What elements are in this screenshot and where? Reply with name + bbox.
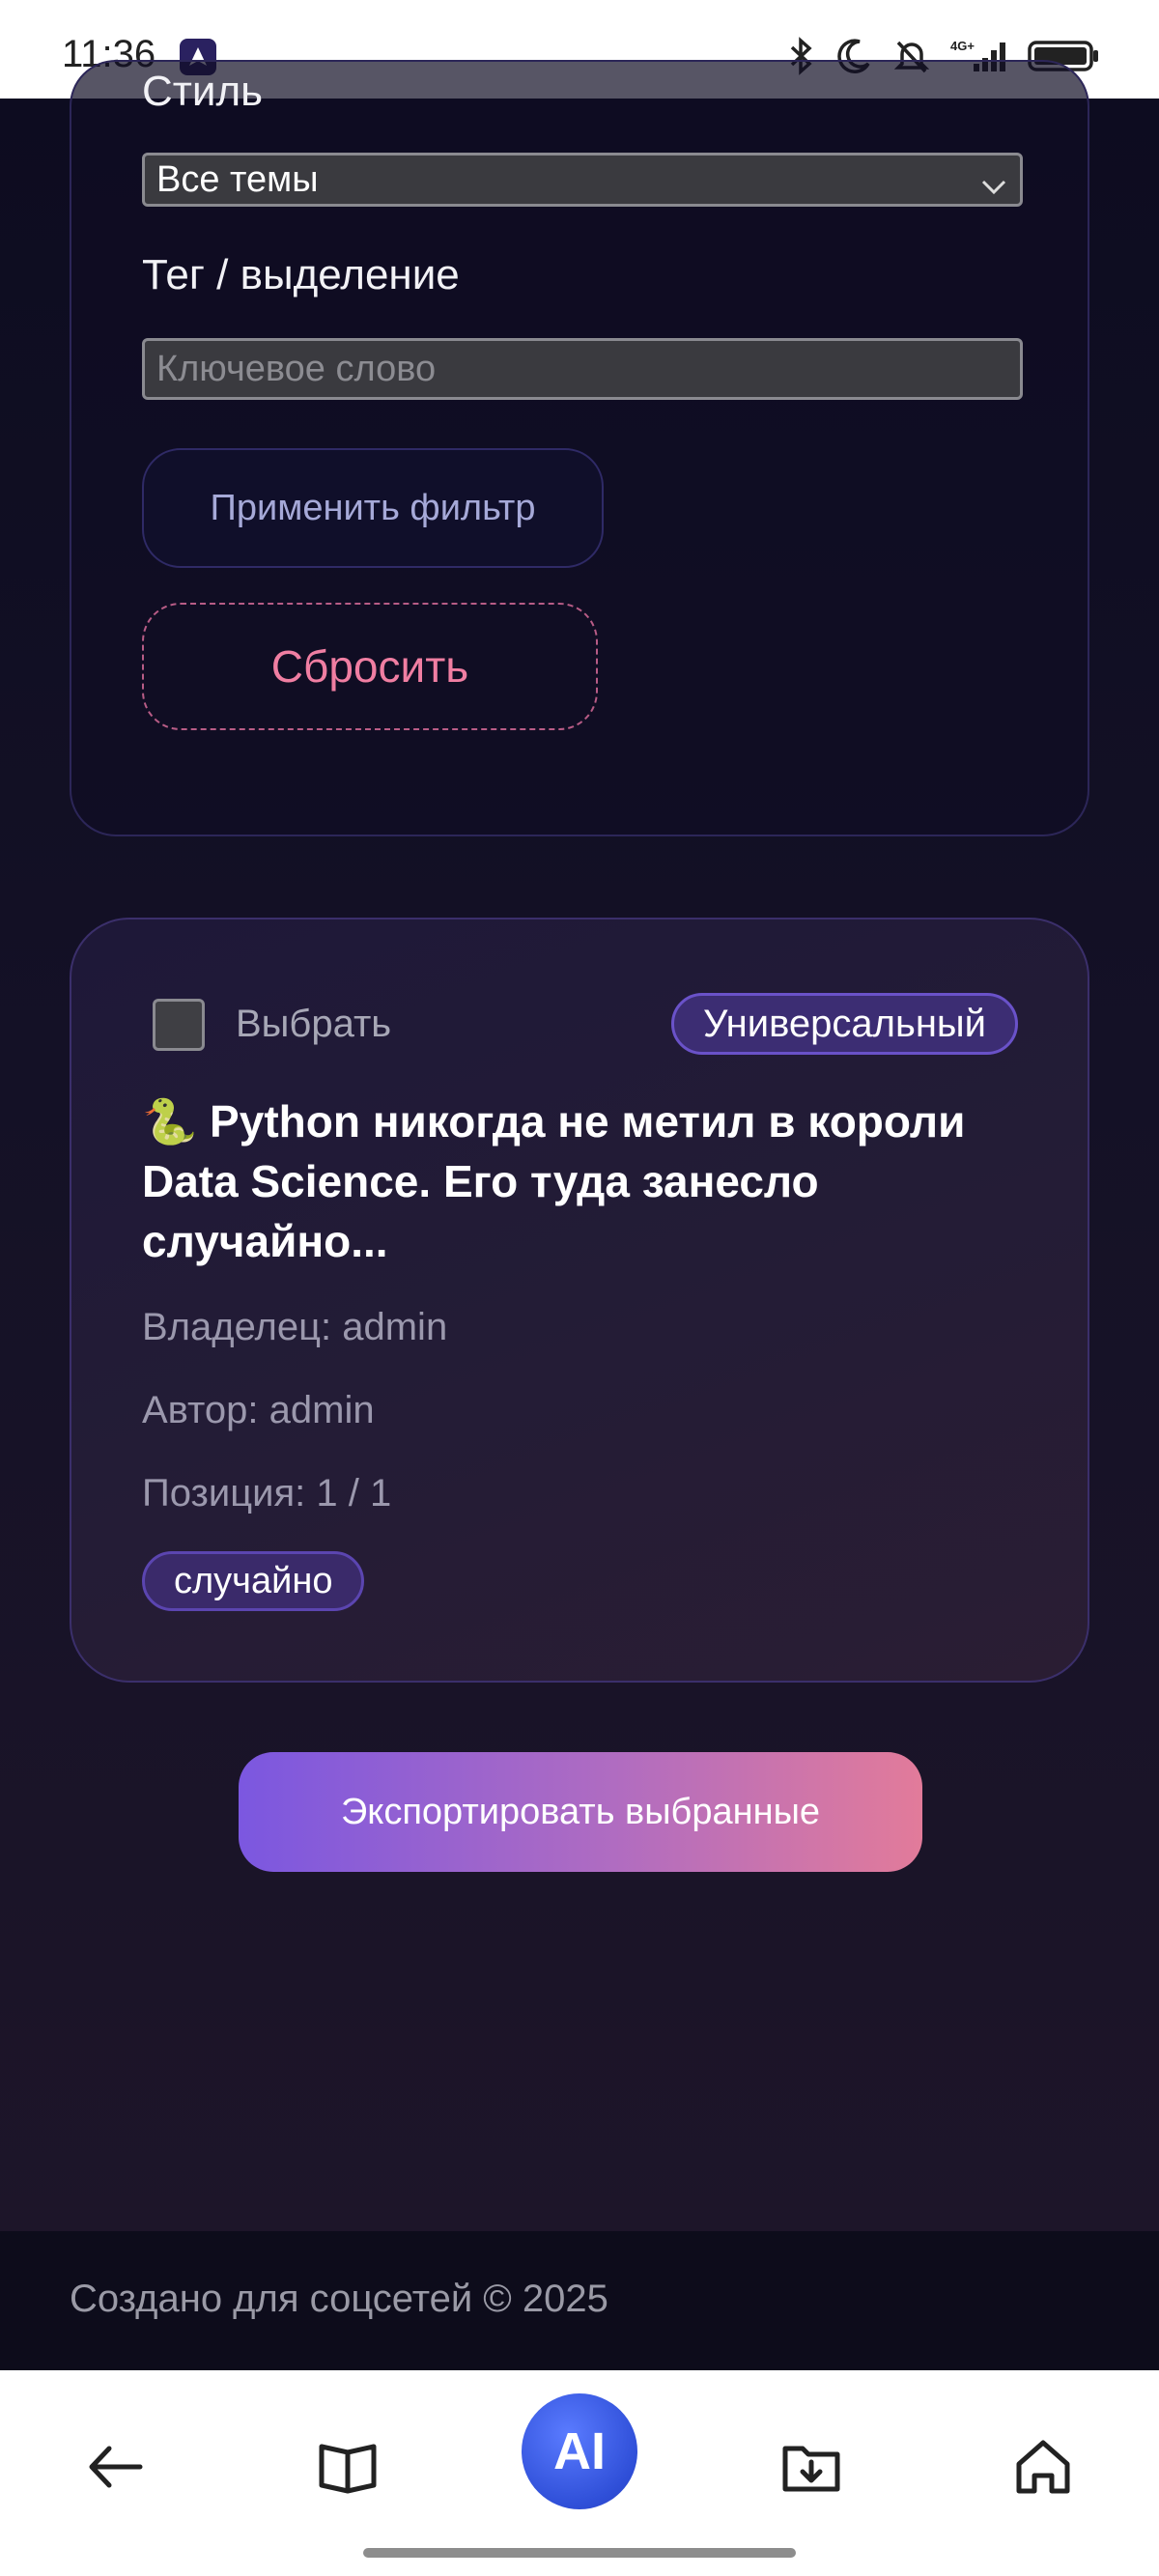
svg-text:4G+: 4G+ [950, 39, 975, 53]
post-title: 🐍 Python никогда не метил в короли Data … [142, 1096, 966, 1266]
home-button[interactable] [995, 2420, 1091, 2517]
post-tag[interactable]: случайно [142, 1551, 365, 1611]
home-icon [1011, 2435, 1075, 2504]
ai-assistant-button[interactable]: AI [522, 2393, 637, 2509]
browser-navbar: AI [0, 2370, 1159, 2576]
chevron-down-icon [979, 165, 1008, 213]
style-select-value: Все темы [156, 159, 319, 200]
filter-card: Стиль Все темы Тег / выделение Ключевое … [70, 60, 1089, 836]
ai-label: AI [553, 2422, 606, 2480]
post-card: Выбрать Универсальный 🐍 Python никогда н… [70, 918, 1089, 1683]
download-folder-icon [779, 2435, 843, 2504]
book-icon [316, 2435, 380, 2504]
tag-label: Тег / выделение [142, 251, 460, 298]
home-indicator[interactable] [363, 2548, 796, 2558]
style-label: Стиль [142, 68, 264, 115]
export-selected-button[interactable]: Экспортировать выбранные [239, 1752, 922, 1872]
reset-button[interactable]: Сбросить [142, 603, 598, 730]
downloads-button[interactable] [763, 2420, 860, 2517]
post-position: Позиция: 1 / 1 [142, 1472, 392, 1514]
main-content: Стиль Все темы Тег / выделение Ключевое … [0, 60, 1159, 2231]
footer-text: Создано для соцсетей © 2025 [70, 2278, 608, 2320]
type-badge: Универсальный [671, 993, 1018, 1055]
style-select[interactable]: Все темы [142, 153, 1023, 207]
tag-input-placeholder: Ключевое слово [156, 349, 437, 389]
apply-filter-button[interactable]: Применить фильтр [142, 448, 604, 568]
footer: Создано для соцсетей © 2025 [0, 2231, 1159, 2370]
post-author: Автор: admin [142, 1389, 375, 1431]
select-label: Выбрать [236, 1003, 392, 1045]
reader-button[interactable] [299, 2420, 396, 2517]
back-button[interactable] [68, 2420, 164, 2517]
post-owner: Владелец: admin [142, 1306, 448, 1348]
arrow-left-icon [84, 2435, 148, 2504]
select-checkbox[interactable] [153, 999, 205, 1051]
tag-input[interactable]: Ключевое слово [142, 338, 1023, 400]
